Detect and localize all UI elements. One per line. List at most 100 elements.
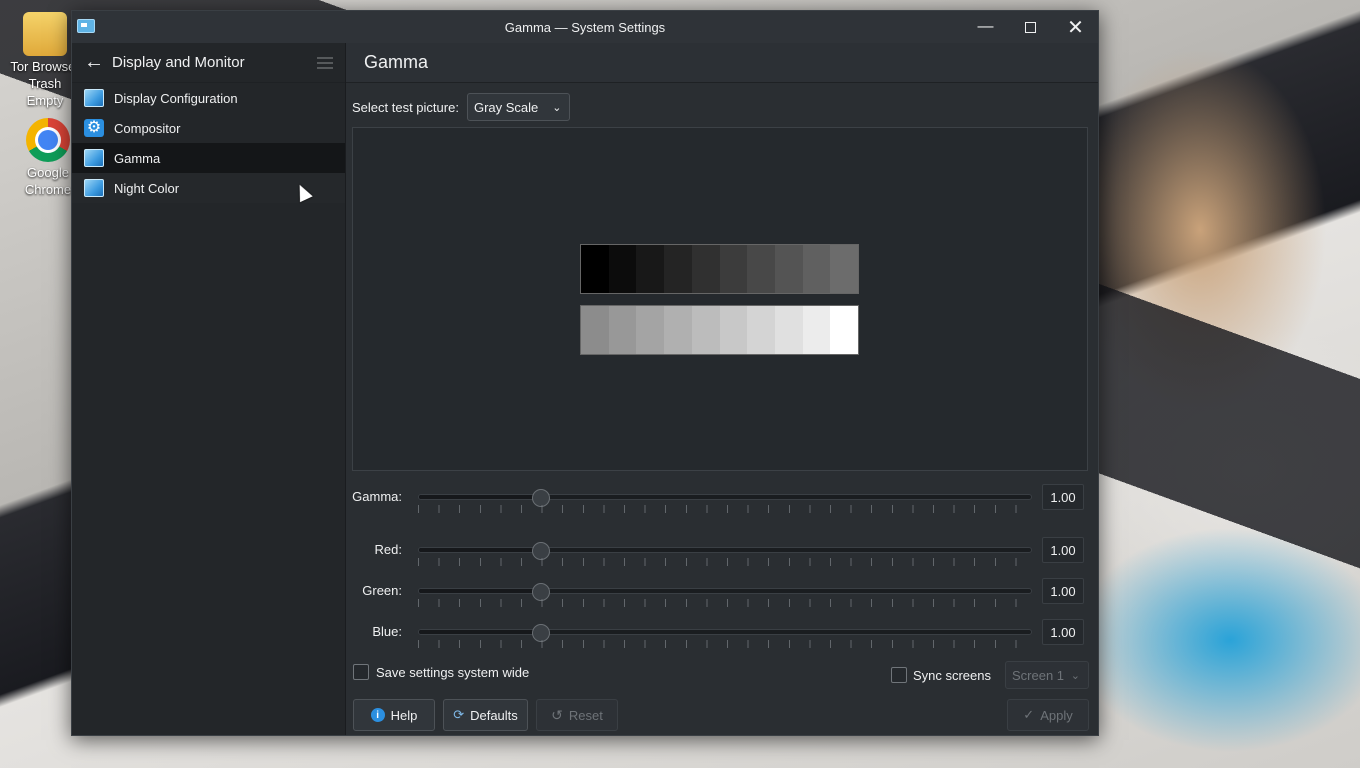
close-icon: ✕ bbox=[1067, 16, 1084, 39]
gray-swatch bbox=[830, 306, 859, 354]
sidebar-title: Display and Monitor bbox=[112, 54, 245, 71]
maximize-icon bbox=[1025, 21, 1036, 33]
gray-swatch bbox=[747, 245, 775, 293]
gamma-label: Gamma: bbox=[352, 489, 402, 504]
gamma-slider-row: Gamma: 1.00 bbox=[346, 483, 1090, 513]
desktop-icon-tor-browser[interactable]: Tor Browser Trash Empty bbox=[10, 12, 80, 109]
sidebar-item-label: Compositor bbox=[114, 120, 181, 136]
blue-slider-ticks bbox=[418, 640, 1032, 648]
monitor-icon bbox=[84, 89, 104, 107]
screen-select-value: Screen 1 bbox=[1012, 667, 1065, 683]
red-slider[interactable] bbox=[418, 542, 1032, 560]
help-button-label: Help bbox=[390, 707, 418, 723]
blue-slider-row: Blue: 1.00 bbox=[346, 618, 1090, 648]
reset-icon: ↺ bbox=[551, 706, 563, 723]
green-slider[interactable] bbox=[418, 583, 1032, 601]
gray-swatch bbox=[608, 245, 637, 293]
red-value[interactable]: 1.00 bbox=[1042, 537, 1084, 563]
red-label: Red: bbox=[374, 542, 402, 557]
chevron-down-icon: ⌄ bbox=[1070, 669, 1080, 682]
window-titlebar[interactable]: Gamma — System Settings — ✕ bbox=[72, 11, 1098, 43]
gray-swatch bbox=[830, 245, 859, 293]
green-value[interactable]: 1.00 bbox=[1042, 578, 1084, 604]
monitor-icon bbox=[84, 149, 104, 167]
gray-swatch bbox=[664, 245, 692, 293]
gray-swatch bbox=[691, 245, 720, 293]
gray-swatch bbox=[747, 306, 775, 354]
folder-icon bbox=[23, 12, 67, 56]
maximize-button[interactable] bbox=[1008, 11, 1053, 43]
sync-screens-option: Sync screens Screen 1 ⌄ bbox=[890, 661, 1089, 689]
sync-screens-checkbox[interactable] bbox=[890, 667, 907, 683]
gray-swatch bbox=[636, 306, 665, 354]
back-arrow-icon[interactable]: ← bbox=[84, 51, 104, 73]
dark-gray-scale-strip bbox=[580, 244, 859, 294]
blue-label: Blue: bbox=[372, 624, 402, 639]
system-settings-app-icon[interactable] bbox=[77, 19, 95, 33]
sync-screens-label: Sync screens bbox=[912, 667, 991, 683]
monitor-icon bbox=[84, 179, 104, 197]
save-system-wide-label: Save settings system wide bbox=[376, 664, 530, 680]
defaults-button-label: Defaults bbox=[470, 707, 518, 723]
hamburger-menu-icon[interactable] bbox=[317, 55, 333, 69]
sidebar-item-gamma[interactable]: Gamma bbox=[72, 143, 345, 173]
desktop-icon-label: Tor Browser bbox=[10, 59, 80, 74]
chevron-down-icon: ⌄ bbox=[552, 101, 562, 114]
close-button[interactable]: ✕ bbox=[1053, 11, 1098, 43]
sidebar-item-display-configuration[interactable]: Display Configuration bbox=[72, 83, 345, 113]
test-picture-row: Select test picture: Gray Scale ⌄ bbox=[352, 93, 571, 121]
green-slider-row: Green: 1.00 bbox=[346, 577, 1090, 607]
red-slider-ticks bbox=[418, 558, 1032, 566]
test-picture-select[interactable]: Gray Scale ⌄ bbox=[466, 93, 571, 121]
green-slider-ticks bbox=[418, 599, 1032, 607]
chrome-icon bbox=[26, 118, 70, 162]
save-system-wide-checkbox[interactable] bbox=[353, 664, 369, 680]
info-icon: i bbox=[370, 708, 385, 722]
gray-swatch bbox=[581, 306, 609, 354]
gray-swatch bbox=[608, 306, 637, 354]
help-button[interactable]: i Help bbox=[353, 699, 435, 731]
minimize-button[interactable]: — bbox=[963, 11, 1008, 43]
defaults-button[interactable]: ⟳ Defaults bbox=[443, 699, 528, 731]
gray-swatch bbox=[636, 245, 665, 293]
test-picture-preview bbox=[352, 127, 1088, 471]
gamma-value[interactable]: 1.00 bbox=[1042, 484, 1084, 510]
apply-button[interactable]: ✓ Apply bbox=[1007, 699, 1089, 731]
button-bar: i Help ⟳ Defaults ↺ Reset ✓ Apply bbox=[353, 699, 1089, 731]
gray-swatch bbox=[719, 245, 748, 293]
gray-swatch bbox=[802, 306, 831, 354]
gray-swatch bbox=[719, 306, 748, 354]
options-row: Save settings system wide Sync screens S… bbox=[353, 661, 1089, 689]
main-header: Gamma bbox=[346, 43, 1098, 83]
sidebar-item-compositor[interactable]: ⚙ Compositor bbox=[72, 113, 345, 143]
sidebar-item-label: Display Configuration bbox=[114, 90, 238, 106]
sidebar-item-label: Night Color bbox=[114, 180, 180, 196]
system-settings-window: Gamma — System Settings — ✕ ← Display an… bbox=[71, 10, 1099, 736]
minimize-icon: — bbox=[977, 18, 994, 35]
gray-swatch bbox=[691, 306, 720, 354]
gamma-slider[interactable] bbox=[418, 489, 1032, 507]
reset-button[interactable]: ↺ Reset bbox=[536, 699, 618, 731]
blue-value[interactable]: 1.00 bbox=[1042, 619, 1084, 645]
gear-icon: ⚙ bbox=[84, 119, 104, 137]
apply-button-label: Apply bbox=[1040, 707, 1073, 723]
defaults-icon: ⟳ bbox=[453, 707, 465, 722]
green-label: Green: bbox=[362, 583, 402, 598]
red-slider-row: Red: 1.00 bbox=[346, 536, 1090, 566]
save-system-wide-option[interactable]: Save settings system wide bbox=[353, 664, 529, 680]
main-panel: Gamma Select test picture: Gray Scale ⌄ … bbox=[346, 43, 1098, 735]
desktop-icon-label: Trash Empty bbox=[26, 76, 64, 108]
gray-swatch bbox=[774, 245, 803, 293]
test-picture-value: Gray Scale bbox=[473, 99, 539, 115]
gray-swatch bbox=[774, 306, 803, 354]
window-title: Gamma — System Settings bbox=[504, 19, 666, 35]
gamma-slider-ticks bbox=[418, 505, 1032, 513]
light-gray-scale-strip bbox=[580, 305, 859, 355]
sidebar: ← Display and Monitor Display Configurat… bbox=[72, 43, 346, 735]
gray-swatch bbox=[664, 306, 692, 354]
blue-slider[interactable] bbox=[418, 624, 1032, 642]
test-picture-label: Select test picture: bbox=[352, 99, 459, 115]
sidebar-header: ← Display and Monitor bbox=[72, 43, 345, 83]
gray-swatch bbox=[802, 245, 831, 293]
screen-select[interactable]: Screen 1 ⌄ bbox=[1005, 661, 1089, 689]
